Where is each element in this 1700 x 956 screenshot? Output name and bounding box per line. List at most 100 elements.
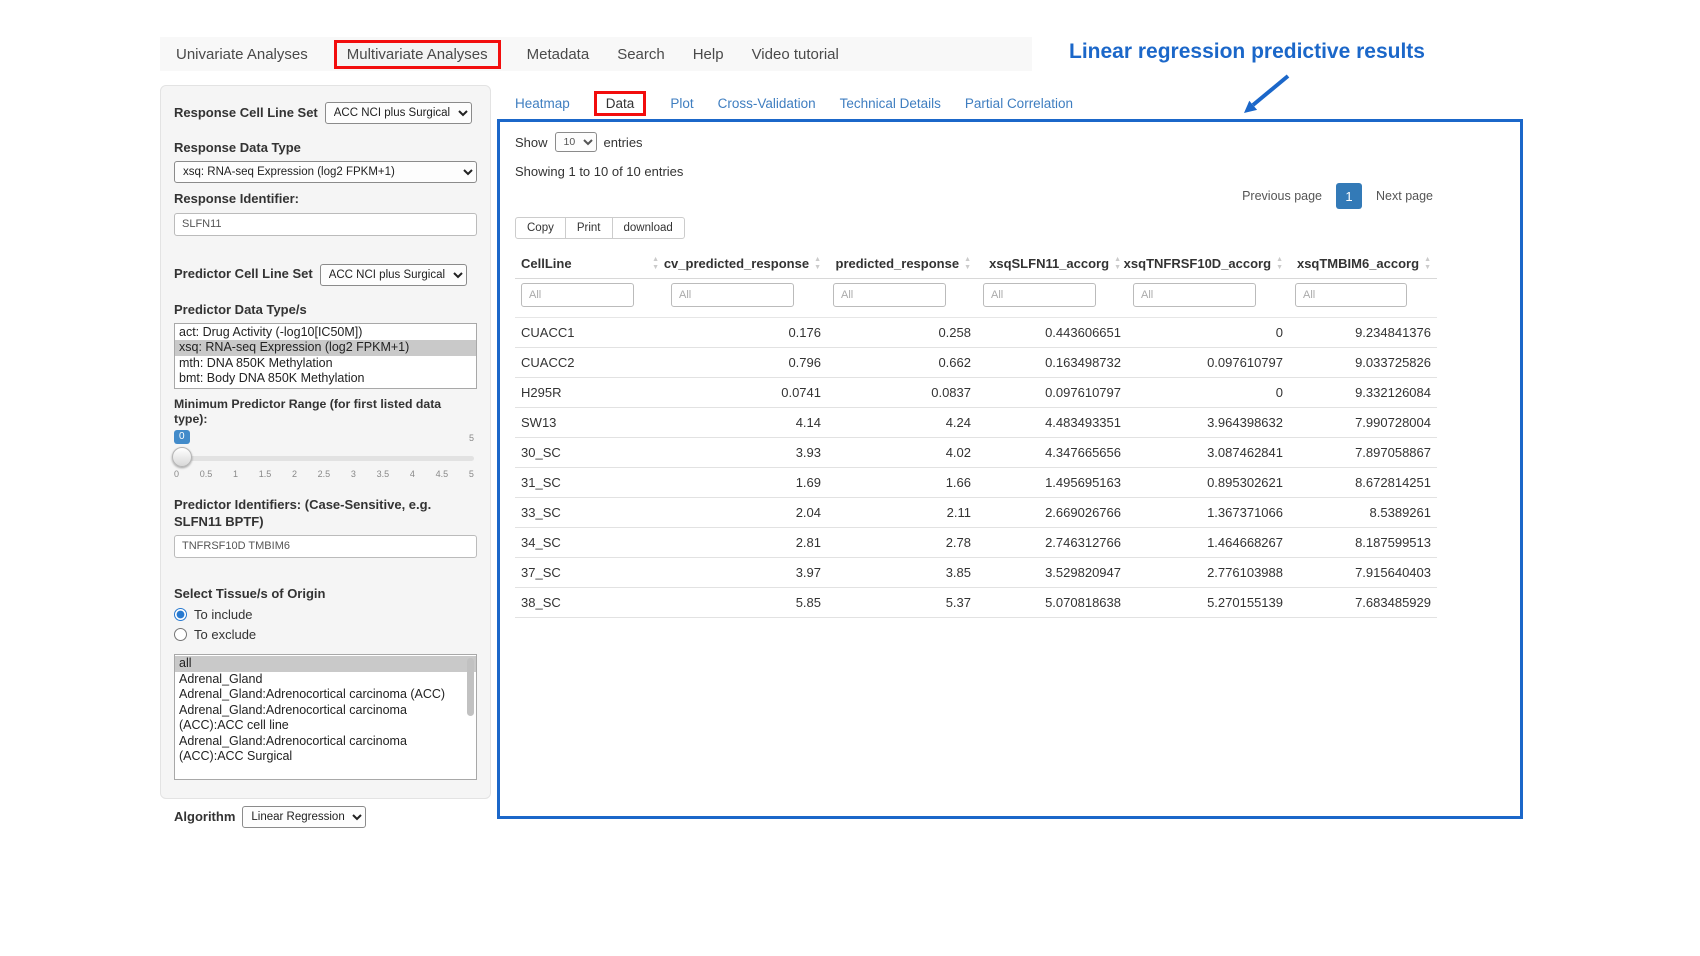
predictor-identifiers-input[interactable]: [174, 535, 477, 558]
nav-item-help[interactable]: Help: [691, 42, 726, 67]
cell-xsqtnfrsf10d-accorg: 1.464668267: [1127, 528, 1289, 558]
column-header-xsqtmbim6-accorg[interactable]: xsqTMBIM6_accorg▲▼: [1289, 249, 1437, 279]
tab-heatmap[interactable]: Heatmap: [515, 96, 570, 111]
cell-xsqslfn11-accorg: 3.529820947: [977, 558, 1127, 588]
filter-cell: [977, 279, 1127, 318]
tissue-option[interactable]: Adrenal_Gland:Adrenocortical carcinoma (…: [175, 687, 476, 703]
nav-item-multivariate-analyses[interactable]: Multivariate Analyses: [334, 40, 501, 69]
predictor-cell-line-set-select[interactable]: ACC NCI plus Surgical: [320, 264, 467, 286]
tab-partial-correlation[interactable]: Partial Correlation: [965, 96, 1073, 111]
cell-cellline: CUACC2: [515, 348, 665, 378]
tissue-option[interactable]: Adrenal_Gland:Adrenocortical carcinoma (…: [175, 703, 476, 734]
tissue-radio-option[interactable]: To exclude: [174, 627, 477, 642]
table-row: 37_SC3.973.853.5298209472.7761039887.915…: [515, 558, 1437, 588]
sort-icon[interactable]: ▲▼: [652, 256, 659, 271]
sort-icon[interactable]: ▲▼: [1276, 256, 1283, 271]
show-entries: Show 10 entries: [515, 132, 1505, 152]
column-header-predicted-response[interactable]: predicted_response▲▼: [827, 249, 977, 279]
sort-icon[interactable]: ▲▼: [814, 256, 821, 271]
tissue-listbox[interactable]: allAdrenal_GlandAdrenal_Gland:Adrenocort…: [174, 654, 477, 780]
sort-icon[interactable]: ▲▼: [1114, 256, 1121, 271]
slider-ticks: 00.511.522.533.544.55: [174, 469, 474, 479]
radio-to-exclude[interactable]: [174, 628, 187, 641]
next-page-button[interactable]: Next page: [1372, 185, 1437, 207]
cell-cv-predicted-response: 2.81: [665, 528, 827, 558]
nav-item-univariate-analyses[interactable]: Univariate Analyses: [174, 42, 310, 67]
algorithm-select[interactable]: Linear Regression: [242, 806, 366, 828]
current-page-button[interactable]: 1: [1336, 183, 1362, 209]
tab-data[interactable]: Data: [594, 91, 647, 116]
min-predictor-range-group: Minimum Predictor Range (for first liste…: [174, 397, 477, 490]
sort-desc-icon: ▼: [1424, 264, 1431, 271]
tissue-option[interactable]: Adrenal_Gland: [175, 672, 476, 688]
sort-icon[interactable]: ▲▼: [964, 256, 971, 271]
cell-cv-predicted-response: 0.796: [665, 348, 827, 378]
cell-xsqtmbim6-accorg: 8.187599513: [1289, 528, 1437, 558]
tab-plot[interactable]: Plot: [670, 96, 693, 111]
response-identifier-input[interactable]: [174, 213, 477, 236]
filter-input-xsqtmbim6-accorg[interactable]: [1295, 283, 1407, 307]
tissue-list-group: allAdrenal_GlandAdrenal_Gland:Adrenocort…: [174, 654, 477, 780]
filter-input-cellline[interactable]: [521, 283, 634, 307]
cell-cv-predicted-response: 0.0741: [665, 378, 827, 408]
column-header-cellline[interactable]: CellLine▲▼: [515, 249, 665, 279]
predictor-data-type-option[interactable]: bmt: Body DNA 850K Methylation: [175, 371, 476, 387]
sort-desc-icon: ▼: [814, 264, 821, 271]
tissue-origin-label: Select Tissue/s of Origin: [174, 586, 477, 602]
predictor-data-type-option[interactable]: mth: DNA 850K Methylation: [175, 356, 476, 372]
pagination: Previous page 1 Next page: [515, 181, 1437, 211]
response-cell-line-set-label: Response Cell Line Set: [174, 105, 318, 121]
min-predictor-range-slider[interactable]: 0 5 00.511.522.533.544.55: [174, 433, 474, 489]
slider-tick-label: 4.5: [436, 469, 449, 479]
filter-input-predicted-response[interactable]: [833, 283, 946, 307]
cell-xsqtnfrsf10d-accorg: 2.776103988: [1127, 558, 1289, 588]
scrollbar[interactable]: [467, 658, 474, 716]
tab-cross-validation[interactable]: Cross-Validation: [718, 96, 816, 111]
predictor-data-type-option[interactable]: xsq: RNA-seq Expression (log2 FPKM+1): [175, 340, 476, 356]
cell-xsqslfn11-accorg: 0.443606651: [977, 318, 1127, 348]
column-header-xsqslfn11-accorg[interactable]: xsqSLFN11_accorg▲▼: [977, 249, 1127, 279]
cell-xsqtnfrsf10d-accorg: 0: [1127, 378, 1289, 408]
filter-input-cv-predicted-response[interactable]: [671, 283, 794, 307]
slider-track[interactable]: [174, 456, 474, 461]
tissue-option[interactable]: all: [175, 656, 476, 672]
cell-xsqtmbim6-accorg: 7.897058867: [1289, 438, 1437, 468]
predictor-data-type-option[interactable]: act: Drug Activity (-log10[IC50M]): [175, 325, 476, 341]
slider-tick-label: 1: [233, 469, 238, 479]
filter-input-xsqslfn11-accorg[interactable]: [983, 283, 1096, 307]
cell-cv-predicted-response: 1.69: [665, 468, 827, 498]
response-cell-line-set-select[interactable]: ACC NCI plus Surgical: [325, 102, 472, 124]
filter-cell: [827, 279, 977, 318]
tissue-radio-option[interactable]: To include: [174, 607, 477, 622]
filter-input-xsqtnfrsf10d-accorg[interactable]: [1133, 283, 1256, 307]
results-table: CellLine▲▼cv_predicted_response▲▼predict…: [515, 249, 1437, 618]
copy-button[interactable]: Copy: [515, 217, 566, 239]
cell-xsqtmbim6-accorg: 7.683485929: [1289, 588, 1437, 618]
previous-page-button[interactable]: Previous page: [1238, 185, 1326, 207]
cell-xsqtmbim6-accorg: 8.672814251: [1289, 468, 1437, 498]
cell-cellline: 31_SC: [515, 468, 665, 498]
table-row: 31_SC1.691.661.4956951630.8953026218.672…: [515, 468, 1437, 498]
sort-icon[interactable]: ▲▼: [1424, 256, 1431, 271]
show-entries-select[interactable]: 10: [555, 132, 597, 152]
column-header-xsqtnfrsf10d-accorg[interactable]: xsqTNFRSF10D_accorg▲▼: [1127, 249, 1289, 279]
predictor-cell-line-set-group: Predictor Cell Line Set ACC NCI plus Sur…: [174, 264, 477, 286]
response-data-type-select[interactable]: xsq: RNA-seq Expression (log2 FPKM+1): [174, 161, 477, 183]
download-button[interactable]: download: [612, 217, 685, 239]
tissue-radio-group: To include To exclude: [174, 607, 477, 642]
predictor-data-type-listbox[interactable]: act: Drug Activity (-log10[IC50M])xsq: R…: [174, 323, 477, 389]
slider-handle[interactable]: [172, 447, 192, 467]
tab-technical-details[interactable]: Technical Details: [840, 96, 941, 111]
nav-item-metadata[interactable]: Metadata: [525, 42, 592, 67]
nav-item-video-tutorial[interactable]: Video tutorial: [750, 42, 841, 67]
tissue-option[interactable]: Adrenal_Gland:Adrenocortical carcinoma (…: [175, 734, 476, 765]
radio-to-include[interactable]: [174, 608, 187, 621]
cell-predicted-response: 3.85: [827, 558, 977, 588]
print-button[interactable]: Print: [565, 217, 613, 239]
nav-item-search[interactable]: Search: [615, 42, 667, 67]
sort-desc-icon: ▼: [1276, 264, 1283, 271]
cell-cellline: SW13: [515, 408, 665, 438]
predictor-data-types-group: Predictor Data Type/s act: Drug Activity…: [174, 302, 477, 389]
cell-xsqtnfrsf10d-accorg: 3.087462841: [1127, 438, 1289, 468]
column-header-cv-predicted-response[interactable]: cv_predicted_response▲▼: [665, 249, 827, 279]
